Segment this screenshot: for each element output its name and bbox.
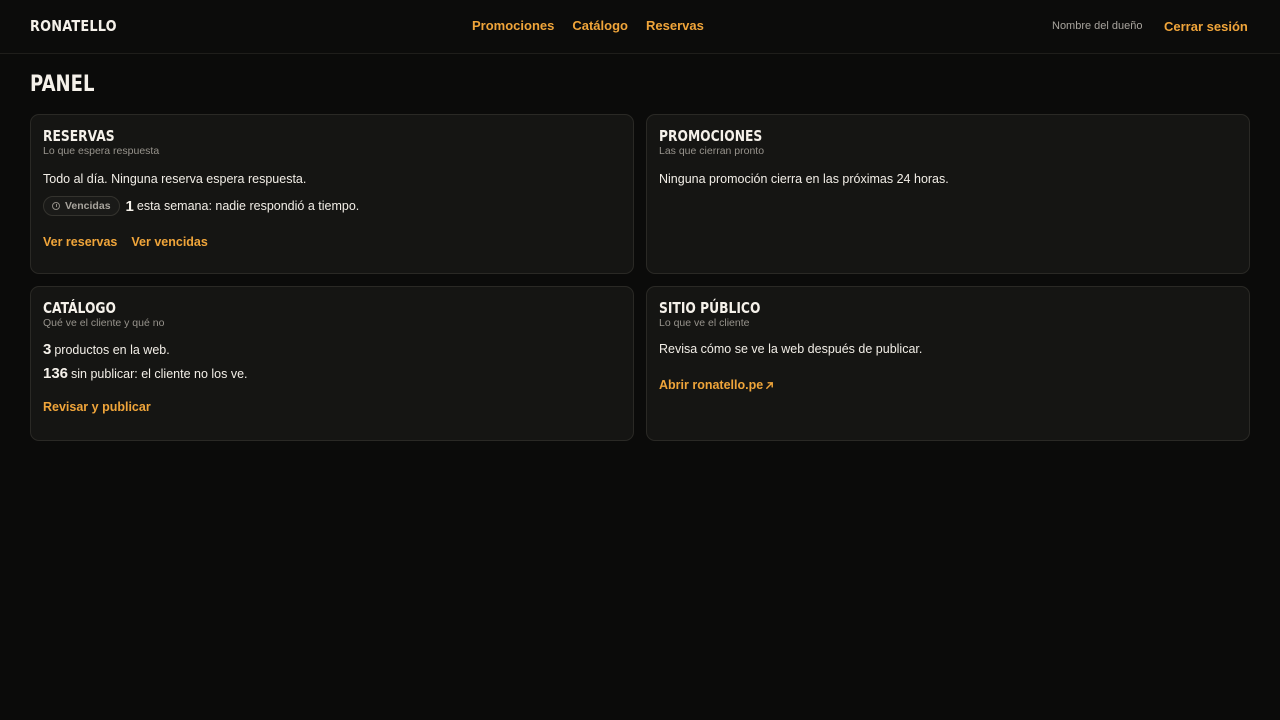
external-link-icon <box>766 381 774 389</box>
review-publish-link[interactable]: Revisar y publicar <box>43 400 151 414</box>
logout-button[interactable]: Cerrar sesión <box>1164 19 1248 34</box>
badge-label: Vencidas <box>65 200 111 212</box>
nav-catalogo[interactable]: Catálogo <box>572 18 628 33</box>
view-overdue-link[interactable]: Ver vencidas <box>131 235 207 249</box>
published-count: 3 <box>43 341 52 358</box>
overdue-count: 1 <box>125 197 134 215</box>
nav-promociones[interactable]: Promociones <box>472 18 554 33</box>
card-title: RESERVAS <box>43 127 115 145</box>
card-title: CATÁLOGO <box>43 299 116 317</box>
card-subtitle: Las que cierran pronto <box>659 145 765 157</box>
sitio-text: Revisa cómo se ve la web después de publ… <box>659 342 923 356</box>
published-stat: 3 productos en la web. <box>43 339 621 361</box>
card-subtitle: Qué ve el cliente y qué no <box>43 317 165 329</box>
main-nav: Promociones Catálogo Reservas <box>472 18 704 33</box>
nav-reservas[interactable]: Reservas <box>646 18 704 33</box>
overdue-badge[interactable]: Vencidas <box>43 196 120 216</box>
card-title: SITIO PÚBLICO <box>659 299 761 317</box>
open-site-link[interactable]: Abrir ronatello.pe <box>659 378 774 392</box>
overdue-row: Vencidas 1 esta semana: nadie respondió … <box>43 196 621 216</box>
card-subtitle: Lo que espera respuesta <box>43 145 160 157</box>
overdue-text: esta semana: nadie respondió a tiempo. <box>136 199 360 213</box>
top-bar: RONATELLO Promociones Catálogo Reservas … <box>0 0 1280 54</box>
reservas-card: RESERVAS Lo que espera respuesta Todo al… <box>30 114 634 274</box>
reservas-status: Todo al día. Ninguna reserva espera resp… <box>43 172 307 186</box>
reservas-links: Ver reservas Ver vencidas <box>43 235 621 249</box>
promociones-card: PROMOCIONES Las que cierran pronto Ningu… <box>646 114 1250 274</box>
promociones-status: Ninguna promoción cierra en las próximas… <box>659 172 949 186</box>
open-site-label: Abrir ronatello.pe <box>659 378 764 392</box>
page-title: PANEL <box>30 72 95 97</box>
card-title: PROMOCIONES <box>659 127 763 145</box>
catalog-stats: 3 productos en la web. 136 sin publicar:… <box>43 339 621 385</box>
unpublished-text: sin publicar: el cliente no los ve. <box>71 367 248 381</box>
sitio-card: SITIO PÚBLICO Lo que ve el cliente Revis… <box>646 286 1250 441</box>
owner-name: Nombre del dueño <box>1052 20 1143 32</box>
card-subtitle: Lo que ve el cliente <box>659 317 750 329</box>
catalogo-links: Revisar y publicar <box>43 400 621 414</box>
catalogo-card: CATÁLOGO Qué ve el cliente y qué no 3 pr… <box>30 286 634 441</box>
published-text: productos en la web. <box>54 343 170 357</box>
view-reservations-link[interactable]: Ver reservas <box>43 235 117 249</box>
clock-icon <box>52 202 60 210</box>
unpublished-count: 136 <box>43 365 69 382</box>
brand-logo[interactable]: RONATELLO <box>30 17 117 35</box>
unpublished-stat: 136 sin publicar: el cliente no los ve. <box>43 363 621 385</box>
